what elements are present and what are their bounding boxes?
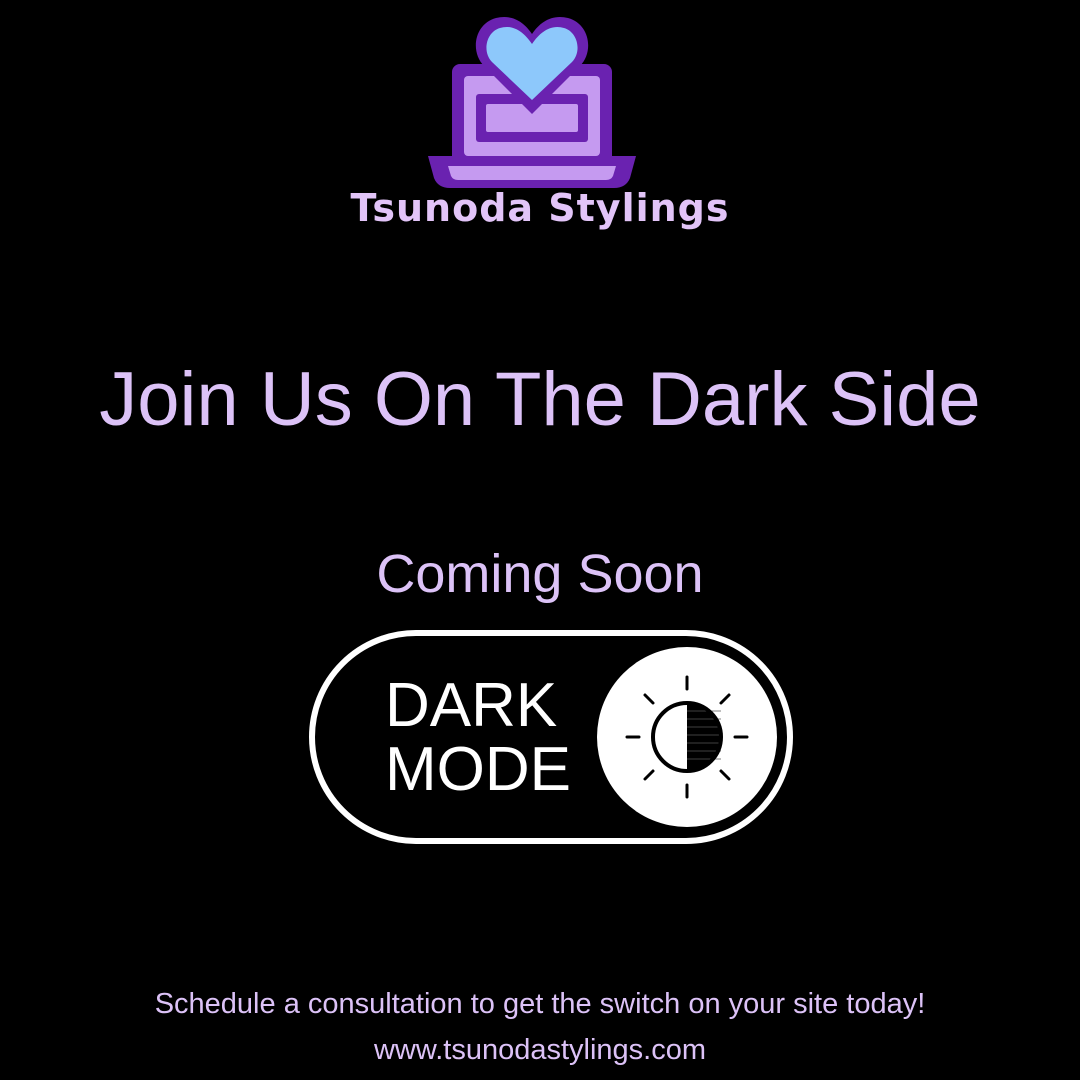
brand-name: Tsunoda Stylings [350,186,730,230]
website-link[interactable]: www.tsunodastylings.com [0,1034,1080,1067]
toggle-label: DARK MODE [385,674,571,802]
toggle-label-line2: MODE [385,735,571,804]
toggle-knob[interactable] [597,647,777,827]
laptop-heart-icon [426,10,638,192]
brightness-contrast-icon [625,675,749,799]
dark-mode-toggle[interactable]: DARK MODE [309,630,793,844]
toggle-label-line1: DARK [385,671,558,740]
footer-cta: Schedule a consultation to get the switc… [154,988,926,1020]
headline: Join Us On The Dark Side [99,357,981,442]
subheadline: Coming Soon [376,544,704,604]
